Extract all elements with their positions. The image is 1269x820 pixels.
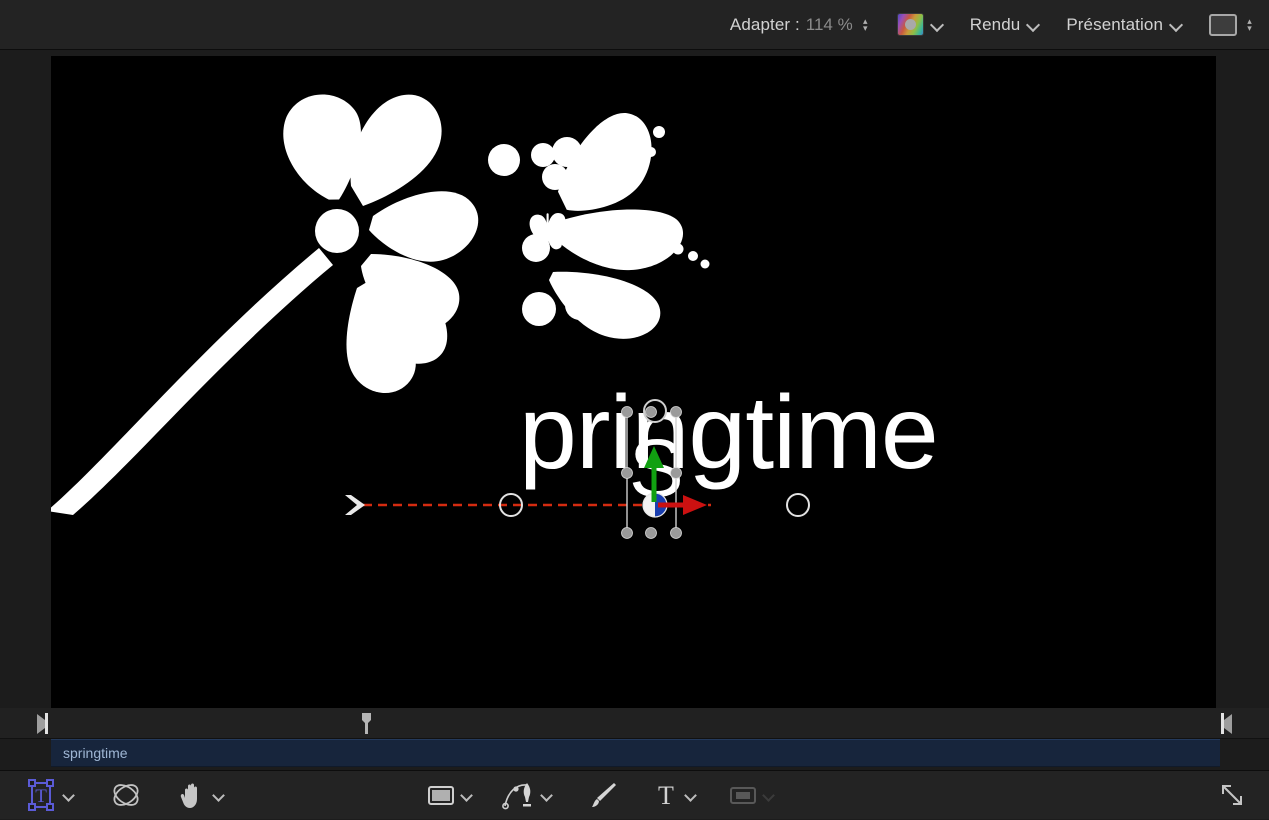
selection-handle xyxy=(621,527,633,539)
mask-rectangle-icon[interactable] xyxy=(728,780,758,810)
stem-curve xyxy=(51,248,333,515)
playhead-marker[interactable] xyxy=(360,713,373,734)
orbit-3d-icon[interactable] xyxy=(110,779,142,811)
timeline: springtime xyxy=(0,708,1269,770)
display-control[interactable]: ▴ ▾ xyxy=(1209,13,1255,36)
text-tool[interactable]: T xyxy=(652,771,698,820)
orbit-3d-tool[interactable] xyxy=(110,771,142,820)
svg-text:T: T xyxy=(658,781,674,810)
dot xyxy=(688,251,698,261)
dot xyxy=(565,290,595,320)
canvas-artwork: pringtime S xyxy=(51,94,939,539)
color-gradient-swatch-icon[interactable] xyxy=(896,13,924,36)
dot xyxy=(522,292,556,326)
path-keyframe-marker[interactable] xyxy=(786,493,810,517)
chevron-down-icon[interactable] xyxy=(461,789,474,802)
zoom-label: Adapter : xyxy=(729,14,800,34)
selection-handle xyxy=(670,406,682,418)
dot xyxy=(646,147,656,157)
chevron-down-icon[interactable] xyxy=(213,789,226,802)
chevron-down-icon[interactable] xyxy=(763,789,776,802)
svg-text:T: T xyxy=(35,786,47,807)
top-toolbar: Adapter : 114 % ▴ ▾ Rendu Présentation ▴… xyxy=(0,0,1269,50)
bezier-pen-tool[interactable] xyxy=(502,771,554,820)
zoom-stepper[interactable]: ▴ ▾ xyxy=(860,14,871,36)
render-menu[interactable]: Rendu xyxy=(970,15,1041,35)
shape-tool[interactable] xyxy=(426,771,474,820)
selection-handle xyxy=(645,406,657,418)
timeline-track-row: springtime xyxy=(0,739,1269,767)
resize-canvas-button[interactable] xyxy=(1217,771,1247,820)
chevron-down-icon[interactable] xyxy=(63,789,76,802)
dot xyxy=(655,238,667,250)
view-menu[interactable]: Présentation xyxy=(1066,15,1183,35)
zoom-value: 114 % xyxy=(805,14,853,34)
dot xyxy=(488,144,520,176)
zoom-control[interactable]: Adapter : 114 % ▴ ▾ xyxy=(730,14,871,36)
pan-tool[interactable] xyxy=(176,771,226,820)
petal xyxy=(369,191,479,262)
selection-handle xyxy=(621,467,633,479)
display-swatch-icon[interactable] xyxy=(1209,13,1237,36)
paintbrush-icon[interactable] xyxy=(588,780,618,810)
dot xyxy=(672,243,684,255)
zoom-stepper-down[interactable]: ▾ xyxy=(860,23,871,32)
selection-handle xyxy=(670,467,682,479)
render-menu-label: Rendu xyxy=(969,14,1021,34)
selection-handle xyxy=(621,406,633,418)
dot xyxy=(700,259,710,269)
display-stepper-down[interactable]: ▾ xyxy=(1244,23,1255,32)
chevron-down-icon[interactable] xyxy=(1027,18,1040,31)
selection-handle xyxy=(670,527,682,539)
dot xyxy=(626,178,634,186)
dot xyxy=(542,164,568,190)
diagonal-resize-icon[interactable] xyxy=(1217,780,1247,810)
project-canvas[interactable]: pringtime S xyxy=(51,56,1216,708)
selection-handle xyxy=(645,527,657,539)
petal xyxy=(350,94,442,206)
rectangle-shape-icon[interactable] xyxy=(426,780,456,810)
display-stepper[interactable]: ▴ ▾ xyxy=(1244,14,1255,36)
stem-hub-circle xyxy=(315,209,359,253)
paint-stroke-tool[interactable] xyxy=(588,771,618,820)
text-box-tool-icon[interactable]: T xyxy=(24,778,58,812)
chevron-down-icon[interactable] xyxy=(1170,18,1183,31)
chevron-down-icon[interactable] xyxy=(541,789,554,802)
dot xyxy=(653,126,665,138)
text-select-tool[interactable]: T xyxy=(24,771,76,820)
mask-tool[interactable] xyxy=(728,771,776,820)
dot xyxy=(552,137,582,167)
dot xyxy=(636,163,646,173)
view-menu-label: Présentation xyxy=(1066,14,1163,34)
bottom-toolbar: T T xyxy=(0,770,1269,819)
canvas-area: pringtime S xyxy=(0,50,1269,708)
timeline-ruler[interactable] xyxy=(0,708,1269,739)
chevron-start-icon xyxy=(345,495,365,515)
out-point-marker[interactable] xyxy=(1219,713,1233,734)
in-point-marker[interactable] xyxy=(36,713,50,734)
dot xyxy=(531,143,555,167)
motion-path[interactable] xyxy=(345,493,810,517)
clip-label: springtime xyxy=(63,745,128,761)
hand-icon[interactable] xyxy=(176,779,208,811)
pen-nib-icon[interactable] xyxy=(502,779,536,811)
chevron-down-icon[interactable] xyxy=(931,18,944,31)
text-T-icon[interactable]: T xyxy=(652,780,680,810)
timeline-clip-springtime[interactable]: springtime xyxy=(51,739,1220,767)
color-control[interactable] xyxy=(896,13,944,36)
chevron-down-icon[interactable] xyxy=(685,789,698,802)
canvas-text-pringtime: pringtime xyxy=(519,375,938,491)
